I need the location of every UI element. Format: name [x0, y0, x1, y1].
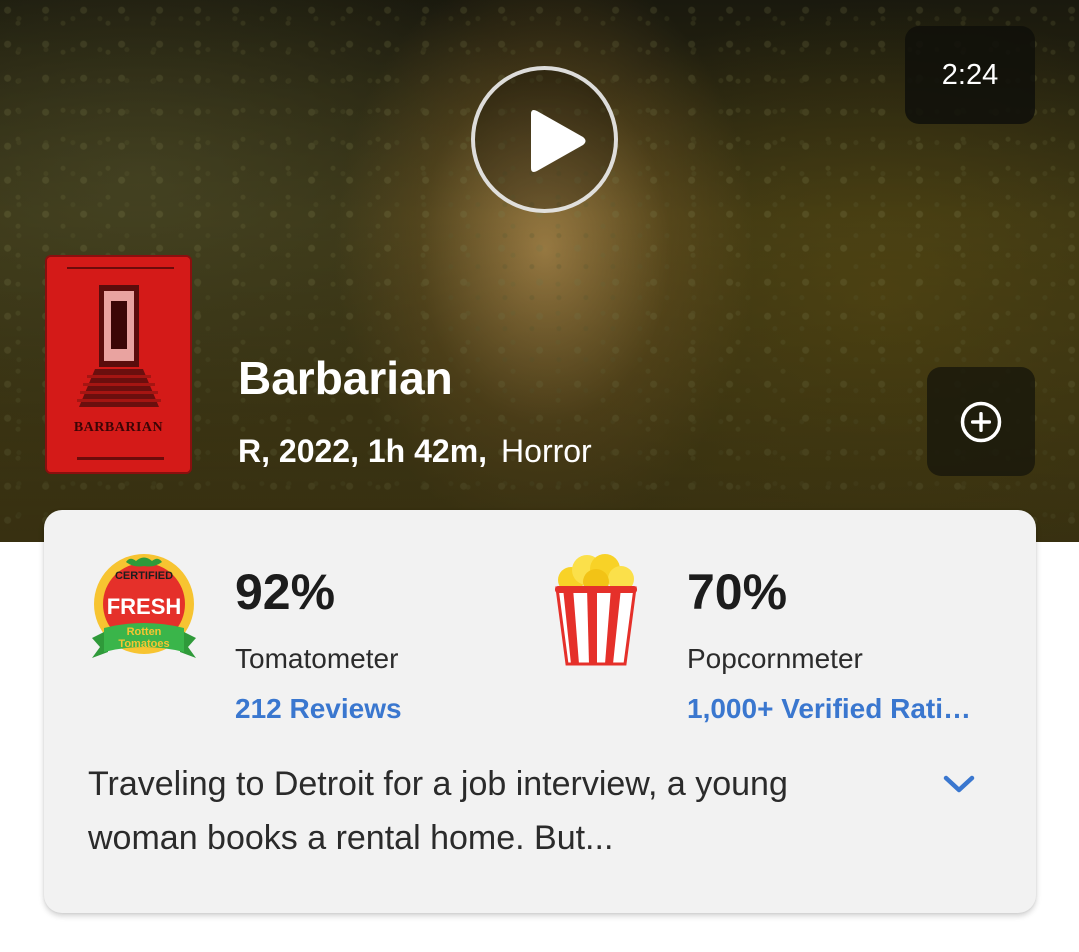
tomatometer-label: Tomatometer — [235, 643, 399, 674]
badge-tomatoes-text: Tomatoes — [118, 638, 169, 650]
badge-fresh-text: FRESH — [107, 594, 182, 619]
add-to-watchlist-button[interactable] — [927, 367, 1035, 476]
popcornmeter-label: Popcornmeter — [687, 643, 863, 674]
play-icon — [531, 110, 586, 172]
movie-synopsis: Traveling to Detroit for a job interview… — [88, 765, 788, 857]
badge-rotten-text: Rotten — [127, 626, 162, 638]
tomatometer-score: 92% — [235, 564, 336, 620]
score-card: CERTIFIED FRESH Rotten Tomatoes 92% Toma… — [44, 510, 1036, 913]
certified-fresh-icon: CERTIFIED FRESH Rotten Tomatoes — [92, 554, 196, 658]
movie-poster[interactable]: BARBARIAN — [45, 255, 192, 474]
popcornmeter-ratings-link[interactable]: 1,000+ Verified Ratings — [687, 691, 987, 727]
trailer-hero[interactable]: 2:24 BARBARIAN Barbarian R, 2022, 1h 42m… — [0, 0, 1079, 542]
movie-meta: R, 2022, 1h 42m, Horror — [238, 430, 592, 472]
poster-title: BARBARIAN — [73, 420, 164, 435]
play-trailer-button[interactable] — [471, 66, 618, 213]
tomatometer-reviews-link[interactable]: 212 Reviews — [235, 691, 475, 727]
trailer-duration-badge: 2:24 — [905, 26, 1035, 124]
popcorn-bucket-icon — [555, 554, 637, 666]
poster-artwork — [47, 257, 190, 472]
trailer-duration: 2:24 — [941, 58, 999, 91]
movie-rating-year-runtime: R, 2022, 1h 42m, — [238, 433, 488, 469]
movie-genre: Horror — [501, 433, 592, 469]
chevron-down-icon — [943, 775, 975, 793]
expand-synopsis-button[interactable] — [939, 766, 979, 802]
badge-certified-text: CERTIFIED — [115, 570, 173, 582]
movie-title: Barbarian — [238, 352, 453, 404]
plus-circle-icon — [960, 401, 1002, 442]
popcornmeter-score: 70% — [687, 564, 788, 620]
